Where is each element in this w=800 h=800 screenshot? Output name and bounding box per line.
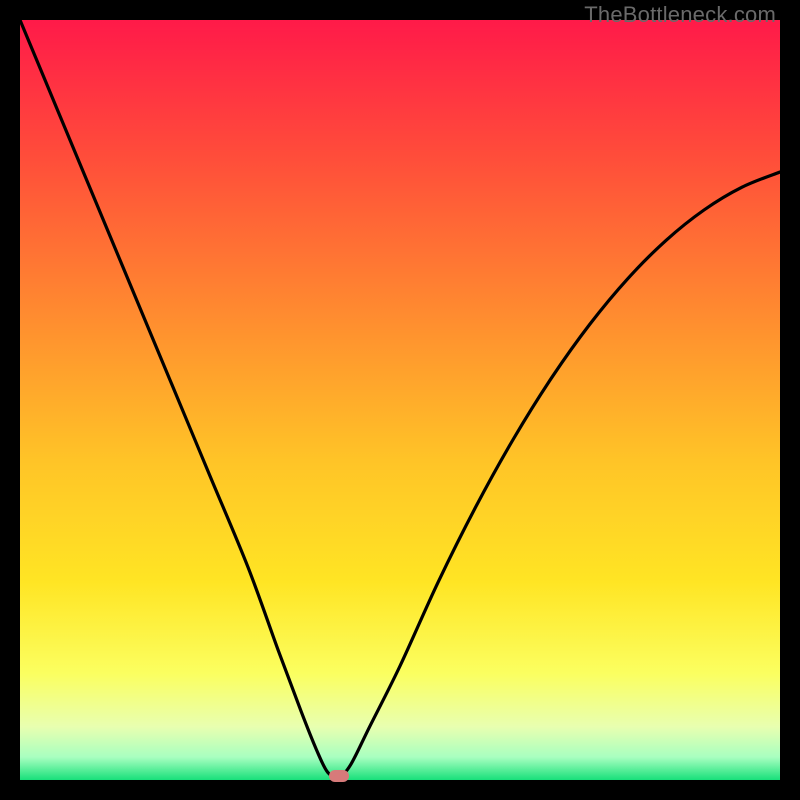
chart-frame — [20, 20, 780, 780]
watermark-text: TheBottleneck.com — [584, 2, 776, 28]
bottleneck-curve — [20, 20, 780, 780]
optimal-marker — [329, 770, 349, 782]
